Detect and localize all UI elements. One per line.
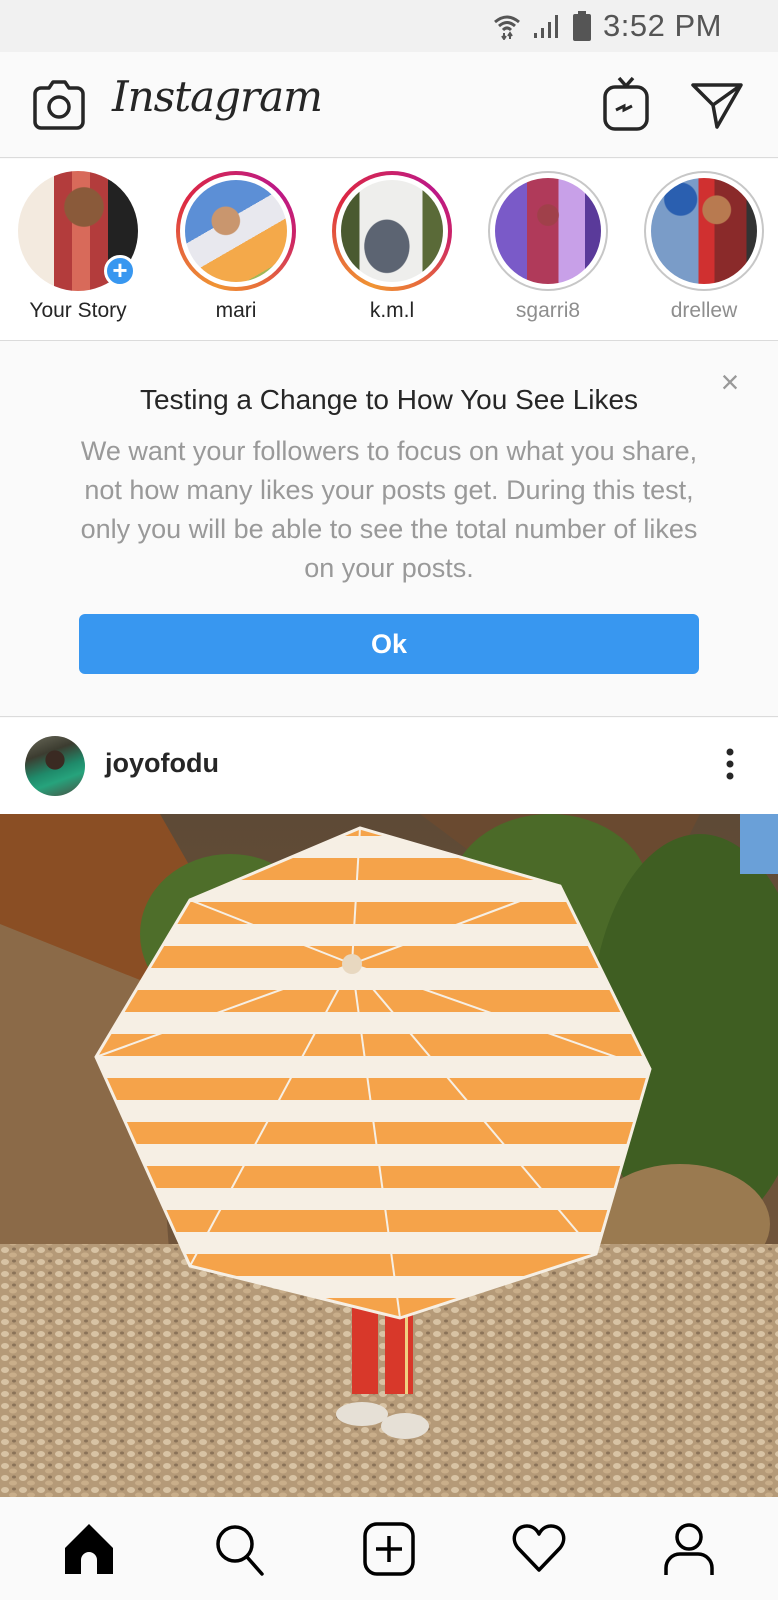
likes-test-notice: Testing a Change to How You See Likes × … — [0, 342, 778, 717]
wifi-icon — [493, 12, 521, 40]
profile-icon[interactable] — [649, 1509, 729, 1589]
close-icon[interactable]: × — [712, 364, 748, 400]
battery-icon — [573, 11, 592, 41]
story-label: sgarri8 — [515, 299, 581, 322]
story-label: k.m.l — [369, 299, 415, 322]
story-kml[interactable]: k.m.l — [327, 171, 457, 323]
igtv-icon[interactable] — [602, 76, 650, 132]
story-sgarri8[interactable]: sgarri8 — [483, 171, 613, 323]
post-image[interactable] — [0, 814, 778, 1497]
clock: 3:52 PM — [603, 8, 722, 43]
ok-button[interactable]: Ok — [79, 614, 699, 674]
activity-heart-icon[interactable] — [499, 1509, 579, 1589]
add-story-button[interactable]: + — [104, 255, 136, 287]
direct-message-icon[interactable] — [690, 82, 744, 130]
story-drellew[interactable]: drellew — [639, 171, 769, 323]
status-bar: 3:52 PM — [0, 0, 778, 52]
notice-body: We want your followers to focus on what … — [80, 436, 698, 583]
story-ring — [644, 171, 764, 291]
story-mari[interactable]: mari — [171, 171, 301, 323]
post-photo — [0, 814, 778, 1497]
story-avatar — [495, 178, 601, 284]
app-header: Instagram — [0, 52, 778, 158]
notice-title: Testing a Change to How You See Likes — [139, 384, 639, 415]
story-label: mari — [215, 299, 257, 322]
story-avatar — [341, 180, 443, 282]
home-icon[interactable] — [49, 1509, 129, 1589]
bottom-nav — [0, 1497, 778, 1600]
signal-icon — [533, 13, 561, 39]
stories-tray: + Your Story mari k.m.l sgarri8 drellew — [0, 159, 778, 341]
story-label: drellew — [670, 299, 738, 322]
post-author-username[interactable]: joyofodu — [105, 748, 219, 779]
story-ring — [176, 171, 296, 291]
post-header: joyofodu — [0, 718, 778, 814]
instagram-logo: Instagram — [112, 72, 323, 121]
more-options-icon[interactable] — [715, 746, 745, 786]
story-ring: + — [18, 171, 138, 291]
story-ring — [332, 171, 452, 291]
story-avatar — [651, 178, 757, 284]
search-icon[interactable] — [199, 1509, 279, 1589]
story-avatar — [185, 180, 287, 282]
camera-icon[interactable] — [33, 80, 85, 130]
story-your-story[interactable]: + Your Story — [13, 171, 143, 323]
story-ring — [488, 171, 608, 291]
post-author-avatar[interactable] — [25, 736, 85, 796]
new-post-icon[interactable] — [349, 1509, 429, 1589]
story-label: Your Story — [29, 299, 127, 322]
